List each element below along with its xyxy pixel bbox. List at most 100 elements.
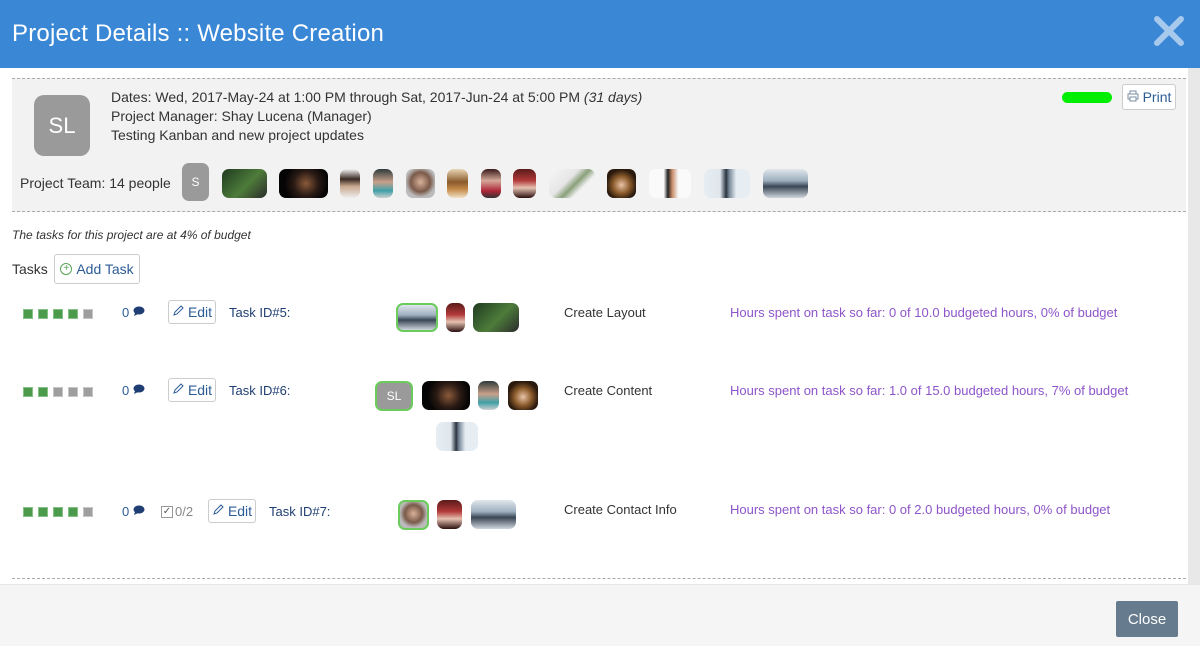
- add-task-label: Add Task: [76, 261, 134, 277]
- assignee-avatar[interactable]: [508, 381, 538, 410]
- task-row: 0 Edit Task ID#5: Create Layout Hours sp…: [0, 300, 1180, 340]
- modal-title: Project Details :: Website Creation: [12, 20, 385, 47]
- progress-step: [23, 387, 33, 397]
- task-hours: Hours spent on task so far: 0 of 2.0 bud…: [730, 502, 1111, 517]
- task-progress-steps: [23, 387, 93, 397]
- comment-icon: [133, 383, 146, 398]
- progress-step: [83, 387, 93, 397]
- close-button[interactable]: Close: [1116, 601, 1178, 637]
- modal-header: Project Details :: Website Creation: [0, 0, 1200, 68]
- assignee-avatar[interactable]: SL: [375, 381, 413, 411]
- task-progress-steps: [23, 507, 93, 517]
- printer-icon: [1127, 89, 1139, 105]
- avatar[interactable]: [513, 169, 536, 198]
- assignee-avatar[interactable]: [471, 500, 516, 529]
- edit-task-button[interactable]: Edit: [168, 378, 216, 402]
- avatar[interactable]: [607, 169, 636, 198]
- project-dates: Dates: Wed, 2017-May-24 at 1:00 PM throu…: [111, 89, 643, 105]
- progress-step: [23, 507, 33, 517]
- progress-step: [83, 507, 93, 517]
- assignee-avatar[interactable]: [478, 381, 499, 410]
- avatar[interactable]: [481, 169, 501, 198]
- avatar[interactable]: [340, 169, 360, 198]
- progress-step: [68, 387, 78, 397]
- progress-step: [68, 507, 78, 517]
- checkbox-icon: ✓: [161, 505, 173, 518]
- avatar[interactable]: [704, 169, 750, 198]
- close-icon[interactable]: [1152, 14, 1186, 48]
- avatar[interactable]: [406, 169, 435, 198]
- progress-step: [38, 309, 48, 319]
- task-hours: Hours spent on task so far: 0 of 10.0 bu…: [730, 305, 1118, 320]
- task-id: Task ID#7:: [269, 504, 331, 519]
- progress-step: [53, 387, 63, 397]
- checklist-status[interactable]: ✓ 0/2: [161, 504, 193, 519]
- task-name: Create Layout: [564, 305, 646, 320]
- comment-count: 0: [122, 305, 130, 320]
- edit-task-button[interactable]: Edit: [208, 499, 256, 523]
- project-summary: Dates: Wed, 2017-May-24 at 1:00 PM throu…: [111, 88, 642, 145]
- pencil-icon: [212, 503, 225, 519]
- comment-count: 0: [122, 383, 130, 398]
- progress-step: [53, 507, 63, 517]
- edit-label: Edit: [187, 304, 213, 320]
- checklist-count: 0/2: [175, 504, 194, 519]
- scrollbar[interactable]: [1188, 68, 1200, 584]
- task-name: Create Contact Info: [564, 502, 677, 517]
- assignee-avatar[interactable]: [396, 303, 438, 332]
- comment-icon: [133, 504, 146, 519]
- project-details-modal: Project Details :: Website Creation SL D…: [0, 0, 1200, 646]
- avatar[interactable]: [549, 169, 595, 198]
- task-progress-steps: [23, 309, 93, 319]
- assignee-avatar[interactable]: [436, 422, 478, 451]
- plus-icon: +: [60, 263, 73, 275]
- progress-step: [68, 309, 78, 319]
- edit-label: Edit: [187, 382, 213, 398]
- avatar[interactable]: [222, 169, 267, 198]
- assignee-avatar[interactable]: [473, 303, 519, 332]
- avatar[interactable]: [649, 169, 691, 198]
- print-label: Print: [1142, 89, 1172, 105]
- task-hours: Hours spent on task so far: 1.0 of 15.0 …: [730, 383, 1129, 398]
- task-name: Create Content: [564, 383, 653, 398]
- avatar[interactable]: [279, 169, 328, 198]
- avatar[interactable]: [763, 169, 808, 198]
- comment-count: 0: [122, 504, 130, 519]
- comments-link[interactable]: 0: [122, 383, 146, 398]
- task-id: Task ID#6:: [229, 383, 291, 398]
- budget-note: The tasks for this project are at 4% of …: [12, 228, 251, 242]
- assignee-avatar[interactable]: [398, 500, 429, 530]
- comments-link[interactable]: 0: [122, 305, 146, 320]
- progress-step: [38, 507, 48, 517]
- avatar[interactable]: [373, 169, 393, 198]
- project-description: Testing Kanban and new project updates: [111, 127, 364, 143]
- tasks-heading: Tasks: [12, 261, 48, 277]
- progress-step: [23, 309, 33, 319]
- task-id: Task ID#5:: [229, 305, 291, 320]
- pencil-icon: [172, 304, 185, 320]
- assignee-avatar[interactable]: [446, 303, 465, 332]
- task-row: 0 ✓ 0/2 Edit Task ID#7: Create Contact I…: [0, 498, 1180, 538]
- section-divider: [12, 578, 1186, 579]
- project-progress-indicator: [1062, 92, 1112, 103]
- project-info-panel: SL Dates: Wed, 2017-May-24 at 1:00 PM th…: [12, 78, 1186, 212]
- progress-step: [53, 309, 63, 319]
- project-avatar: SL: [34, 95, 90, 156]
- progress-step: [83, 309, 93, 319]
- modal-footer: Close: [0, 584, 1200, 646]
- assignee-avatar[interactable]: [437, 500, 462, 529]
- pencil-icon: [172, 382, 185, 398]
- edit-label: Edit: [227, 503, 253, 519]
- edit-task-button[interactable]: Edit: [168, 300, 216, 324]
- add-task-button[interactable]: + Add Task: [54, 254, 140, 284]
- comment-icon: [133, 305, 146, 320]
- avatar[interactable]: S: [182, 163, 209, 201]
- comments-link[interactable]: 0: [122, 504, 146, 519]
- team-avatars: S: [12, 163, 912, 203]
- avatar[interactable]: [447, 169, 468, 198]
- print-button[interactable]: Print: [1122, 84, 1176, 110]
- task-row: 0 Edit Task ID#6: SL Create Content Hour…: [0, 378, 1180, 458]
- project-manager: Project Manager: Shay Lucena (Manager): [111, 108, 372, 124]
- progress-step: [38, 387, 48, 397]
- assignee-avatar[interactable]: [422, 381, 470, 410]
